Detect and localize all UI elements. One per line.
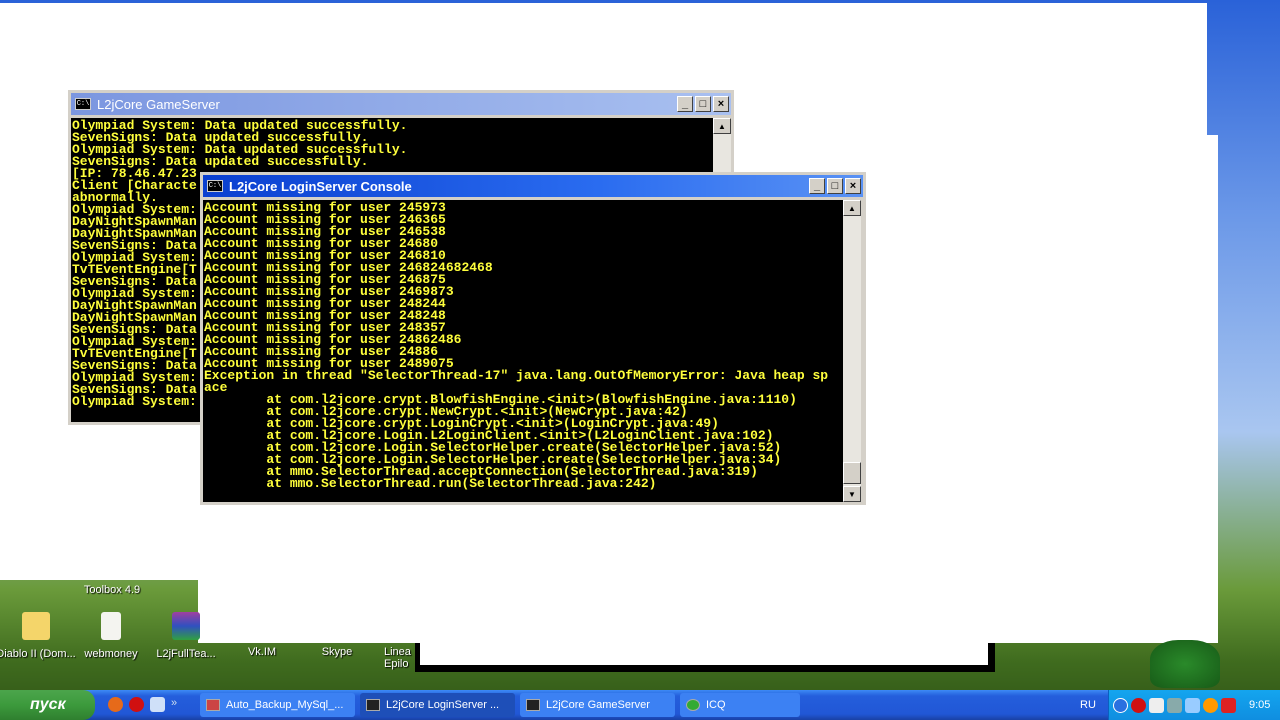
start-button[interactable]: пуск <box>0 690 95 720</box>
desktop-icon-webmoney[interactable]: webmoney <box>71 612 151 660</box>
title-bar[interactable]: C:\ L2jCore GameServer _ □ × <box>71 93 731 115</box>
system-tray: 9:05 <box>1108 690 1280 720</box>
folder-icon <box>22 612 50 640</box>
maximize-button[interactable]: □ <box>695 96 711 112</box>
database-icon <box>206 699 220 711</box>
scroll-down-button[interactable]: ▼ <box>843 486 861 502</box>
task-loginserver[interactable]: L2jCore LoginServer ... <box>360 693 515 717</box>
desktop-icon-vkim[interactable]: Vk.IM <box>222 646 302 658</box>
scroll-thumb[interactable] <box>843 462 861 484</box>
console-line: Exception in thread "SelectorThread-17" … <box>204 368 829 383</box>
loginserver-console-output[interactable]: Account missing for user 245973 Account m… <box>203 200 843 502</box>
maximize-button[interactable]: □ <box>827 178 843 194</box>
language-indicator[interactable]: RU <box>1080 699 1096 711</box>
blank-overlay <box>1207 135 1218 643</box>
task-auto-backup[interactable]: Auto_Backup_MySql_... <box>200 693 355 717</box>
christmas-tree-gadget <box>1150 640 1220 688</box>
blank-overlay <box>198 575 1218 643</box>
tray-computers-icon[interactable] <box>1185 697 1200 713</box>
antivirus-icon[interactable] <box>1221 697 1236 713</box>
desktop-icon-toolbox[interactable]: Toolbox 4.9 <box>72 584 152 596</box>
console-icon: C:\ <box>75 98 91 110</box>
close-button[interactable]: × <box>713 96 729 112</box>
quick-launch-more[interactable]: » <box>171 697 177 712</box>
console-icon <box>366 699 380 711</box>
minimize-button[interactable]: _ <box>809 178 825 194</box>
scroll-up-button[interactable]: ▲ <box>843 200 861 216</box>
scrollbar[interactable]: ▲ ▼ <box>843 200 861 502</box>
console-line: at mmo.SelectorThread.run(SelectorThread… <box>204 476 657 491</box>
icq-icon <box>686 699 700 711</box>
desktop-icon-skype[interactable]: Skype <box>297 646 377 658</box>
scroll-up-button[interactable]: ▲ <box>713 118 731 134</box>
loginserver-window[interactable]: C:\ L2jCore LoginServer Console _ □ × Acco… <box>200 172 866 505</box>
show-desktop-icon[interactable] <box>150 697 165 712</box>
taskbar: пуск » Auto_Backup_MySql_... L2jCore Log… <box>0 690 1280 720</box>
task-icq[interactable]: ICQ <box>680 693 800 717</box>
close-button[interactable]: × <box>845 178 861 194</box>
winrar-icon <box>172 612 200 640</box>
opera-tray-icon[interactable] <box>1131 697 1146 713</box>
clock[interactable]: 9:05 <box>1249 699 1270 711</box>
minimize-button[interactable]: _ <box>677 96 693 112</box>
notepad-icon <box>101 612 121 640</box>
console-icon <box>526 699 540 711</box>
task-gameserver[interactable]: L2jCore GameServer <box>520 693 675 717</box>
quick-launch: » <box>108 697 177 712</box>
opera-icon[interactable] <box>129 697 144 712</box>
firefox-icon[interactable] <box>108 697 123 712</box>
title-bar[interactable]: C:\ L2jCore LoginServer Console _ □ × <box>203 175 863 197</box>
blank-overlay-frame <box>415 643 995 672</box>
desktop-icon-lineage[interactable]: Linea Epilo <box>384 646 416 670</box>
tray-expand-icon[interactable] <box>1113 697 1128 713</box>
tray-notification-icon[interactable] <box>1203 697 1218 713</box>
console-icon: C:\ <box>207 180 223 192</box>
tray-network-icon[interactable] <box>1167 697 1182 713</box>
blank-overlay <box>0 575 65 580</box>
desktop-icon-l2jfullteam[interactable]: L2jFullTea... <box>146 612 226 660</box>
desktop-icon-diablo[interactable]: Diablo II (Dom... <box>0 612 76 660</box>
tray-app-icon[interactable] <box>1149 697 1164 713</box>
